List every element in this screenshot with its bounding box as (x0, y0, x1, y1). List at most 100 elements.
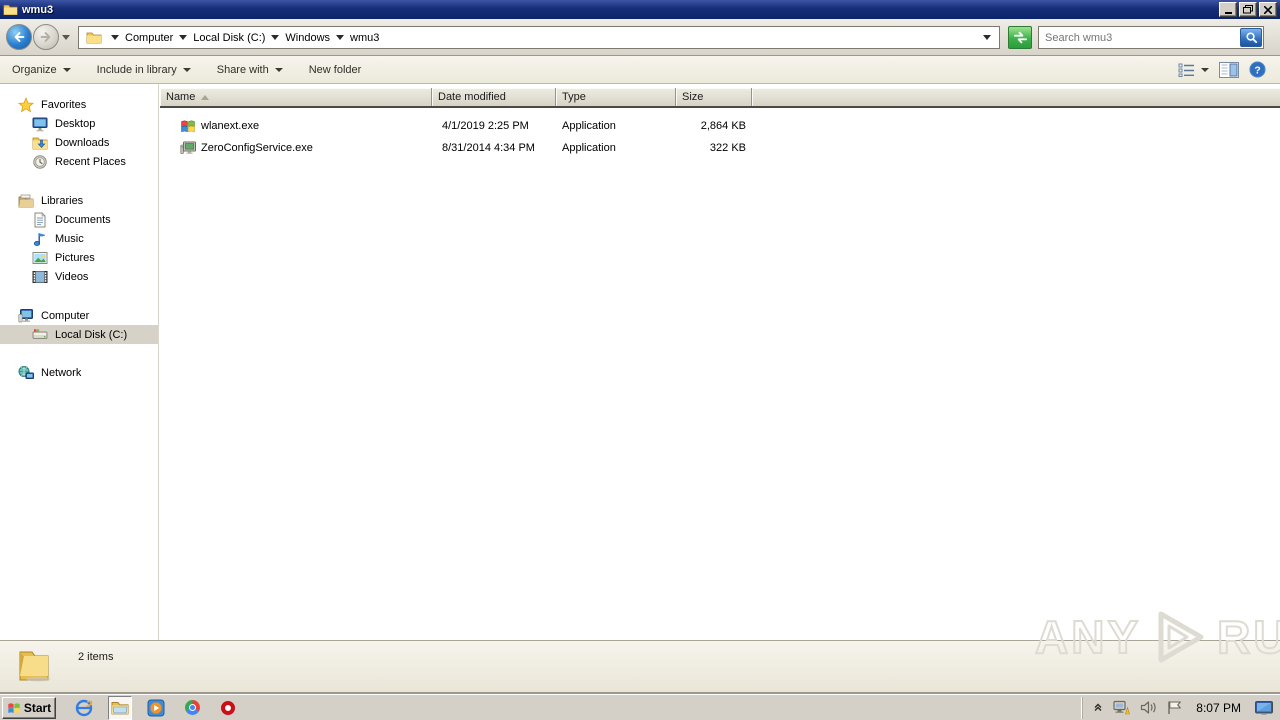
chevron-down-icon (1201, 67, 1209, 72)
local-disk-icon (32, 328, 48, 339)
search-button[interactable] (1240, 28, 1262, 47)
breadcrumb-dropdown-icon[interactable] (179, 35, 188, 40)
recent-pages-dropdown[interactable] (62, 35, 70, 40)
column-header-name[interactable]: Name (160, 88, 432, 106)
start-button[interactable]: Start (2, 696, 56, 719)
breadcrumb-label[interactable]: Windows (285, 32, 330, 44)
windows-explorer-button[interactable] (108, 695, 132, 720)
sort-ascending-icon (201, 94, 210, 100)
breadcrumb-dropdown-icon[interactable] (336, 35, 345, 40)
internet-explorer-button[interactable] (72, 696, 96, 720)
start-label: Start (23, 700, 52, 715)
window-folder-icon (3, 4, 18, 16)
restore-icon (1243, 5, 1253, 14)
chrome-button[interactable] (180, 696, 204, 720)
windows-flag-icon (181, 120, 195, 133)
file-type: Application (562, 142, 616, 154)
service-app-icon (180, 141, 196, 154)
item-count: 2 items (78, 651, 114, 663)
file-rows: wlanext.exe 4/1/2019 2:25 PM Application… (160, 115, 1280, 159)
breadcrumb-item-computer[interactable]: Computer (105, 32, 173, 44)
music-icon (33, 232, 45, 246)
column-header-date-modified[interactable]: Date modified (432, 88, 556, 106)
column-header-size[interactable]: Size (676, 88, 752, 106)
breadcrumb-label[interactable]: Local Disk (C:) (193, 32, 265, 44)
videos-icon (32, 270, 48, 283)
help-button[interactable]: ? (1249, 61, 1266, 78)
system-tray: 8:07 PM (1082, 696, 1280, 719)
share-with-menu[interactable]: Share with (217, 64, 283, 76)
search-input[interactable] (1039, 31, 1240, 44)
breadcrumb-label[interactable]: Computer (125, 32, 173, 44)
sidebar-label: Videos (55, 270, 89, 283)
sidebar-label: Network (41, 366, 82, 379)
file-row-wlanext[interactable]: wlanext.exe 4/1/2019 2:25 PM Application… (160, 115, 1280, 137)
refresh-button[interactable] (1008, 26, 1032, 49)
sidebar-item-downloads[interactable]: Downloads (0, 133, 158, 152)
sidebar-item-libraries[interactable]: Libraries (0, 191, 158, 210)
search-box (1038, 26, 1264, 49)
sidebar-item-computer[interactable]: Computer (0, 306, 158, 325)
sidebar-label: Downloads (55, 136, 110, 149)
breadcrumb-item-wmu3[interactable]: wmu3 (330, 32, 379, 44)
file-date: 4/1/2019 2:25 PM (442, 120, 529, 132)
sidebar-item-favorites[interactable]: Favorites (0, 95, 158, 114)
computer-section: Computer Local Disk (C:) (0, 306, 158, 344)
back-button[interactable] (6, 24, 32, 50)
sidebar-item-documents[interactable]: Documents (0, 210, 158, 229)
network-status-icon[interactable] (1112, 700, 1131, 716)
organize-menu[interactable]: Organize (12, 64, 71, 76)
sidebar-label: Local Disk (C:) (55, 328, 128, 341)
breadcrumb[interactable]: Computer Local Disk (C:) Windows wmu3 (78, 26, 1000, 49)
restore-button[interactable] (1239, 2, 1257, 17)
forward-button[interactable] (33, 24, 59, 50)
taskbar-clock[interactable]: 8:07 PM (1192, 701, 1245, 715)
sidebar-item-desktop[interactable]: Desktop (0, 114, 158, 133)
minimize-icon (1224, 12, 1232, 14)
sidebar-item-local-disk-c[interactable]: Local Disk (C:) (0, 325, 158, 344)
breadcrumb-folder-icon (86, 32, 102, 44)
refresh-icon (1013, 31, 1027, 44)
sidebar-item-videos[interactable]: Videos (0, 267, 158, 286)
column-header-type[interactable]: Type (556, 88, 676, 106)
sidebar-item-recent-places[interactable]: Recent Places (0, 152, 158, 171)
file-row-zeroconfigservice[interactable]: ZeroConfigService.exe 8/31/2014 4:34 PM … (160, 137, 1280, 159)
sidebar-label: Music (55, 232, 84, 245)
libraries-section: Libraries Documents Music Pictures Video… (0, 191, 158, 286)
views-icon (1178, 63, 1194, 77)
computer-icon (18, 308, 33, 322)
action-center-flag-icon[interactable] (1166, 700, 1183, 715)
documents-icon (34, 211, 46, 227)
close-button[interactable] (1259, 2, 1277, 17)
column-label: Size (682, 91, 704, 103)
sidebar-item-pictures[interactable]: Pictures (0, 248, 158, 267)
media-player-button[interactable] (144, 696, 168, 720)
new-folder-button[interactable]: New folder (309, 64, 362, 76)
display-tray-icon[interactable] (1254, 700, 1274, 716)
preview-pane-button[interactable] (1219, 61, 1239, 78)
address-history-dropdown[interactable] (983, 35, 991, 40)
opera-icon (221, 700, 235, 715)
tray-expand-icon[interactable] (1093, 703, 1103, 713)
volume-icon[interactable] (1140, 700, 1157, 715)
breadcrumb-item-local-disk[interactable]: Local Disk (C:) (173, 32, 265, 44)
sidebar-label: Computer (41, 309, 90, 322)
breadcrumb-item-windows[interactable]: Windows (265, 32, 330, 44)
pictures-icon (32, 251, 48, 264)
sidebar-label: Recent Places (55, 155, 126, 168)
minimize-button[interactable] (1219, 2, 1237, 17)
include-in-library-menu[interactable]: Include in library (97, 64, 191, 76)
share-with-label: Share with (216, 63, 269, 76)
sidebar-item-network[interactable]: Network (0, 363, 158, 382)
opera-button[interactable] (216, 696, 240, 720)
breadcrumb-label[interactable]: wmu3 (350, 32, 379, 44)
breadcrumb-dropdown-icon[interactable] (111, 35, 119, 40)
breadcrumb-dropdown-icon[interactable] (271, 35, 280, 40)
back-arrow-icon (14, 32, 25, 42)
change-view-button[interactable] (1178, 63, 1209, 77)
file-size: 322 KB (709, 142, 746, 154)
sidebar-item-music[interactable]: Music (0, 229, 158, 248)
organize-label: Organize (12, 63, 57, 76)
file-name: ZeroConfigService.exe (201, 142, 313, 154)
downloads-icon (32, 137, 48, 149)
